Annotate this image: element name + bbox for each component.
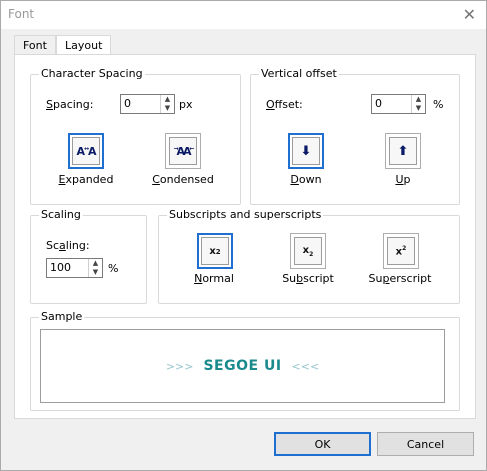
cancel-button[interactable]: Cancel bbox=[377, 432, 474, 456]
spacing-spin-arrows: ▲ ▼ bbox=[160, 95, 174, 113]
up-label: Up bbox=[395, 173, 411, 186]
spacing-input[interactable] bbox=[121, 95, 160, 111]
scaling-spinner[interactable]: ▲ ▼ bbox=[46, 258, 103, 278]
superscript-icon: x2 bbox=[395, 244, 407, 258]
ok-button[interactable]: OK bbox=[274, 432, 371, 456]
superscript-label: Superscript bbox=[368, 272, 432, 285]
offset-label: Offset: bbox=[266, 98, 303, 111]
sample-right-marks: <<< bbox=[291, 359, 320, 373]
tab-layout[interactable]: Layout bbox=[56, 35, 112, 56]
sample-legend: Sample bbox=[39, 310, 85, 323]
subscript-button[interactable]: x2 bbox=[290, 233, 326, 269]
spin-down-icon[interactable]: ▼ bbox=[161, 104, 174, 113]
normal-label: Normal bbox=[194, 272, 234, 285]
expanded-label: Expanded bbox=[58, 173, 114, 186]
down-label: Down bbox=[290, 173, 322, 186]
character-spacing-legend: Character Spacing bbox=[39, 67, 145, 80]
scaling-label: Scaling: bbox=[46, 239, 90, 252]
spin-down-icon[interactable]: ▼ bbox=[412, 104, 425, 113]
title-bar: Font ✕ bbox=[1, 1, 486, 29]
scaling-input[interactable] bbox=[47, 259, 88, 275]
font-dialog: Font ✕ Font Layout Character Spacing Spa… bbox=[0, 0, 487, 471]
spin-up-icon[interactable]: ▲ bbox=[89, 259, 102, 268]
superscript-button[interactable]: x2 bbox=[383, 233, 419, 269]
sample-text: SEGOE UI bbox=[203, 358, 282, 374]
offset-spinner[interactable]: ▲ ▼ bbox=[371, 94, 426, 114]
tab-font[interactable]: Font bbox=[14, 35, 56, 55]
layout-panel: Character Spacing Spacing: ▲ ▼ px A↔A Ex… bbox=[14, 54, 476, 419]
condensed-spacing-icon: →AA← bbox=[173, 144, 194, 158]
up-button[interactable]: ⬆ bbox=[385, 133, 421, 169]
sample-preview: >>> SEGOE UI <<< bbox=[40, 329, 445, 403]
arrow-up-icon: ⬆ bbox=[397, 143, 409, 159]
normal-button[interactable]: x2 bbox=[197, 233, 233, 269]
subscript-label: Subscript bbox=[282, 272, 334, 285]
normal-text-icon: x2 bbox=[209, 245, 221, 257]
character-spacing-group: Character Spacing Spacing: ▲ ▼ px A↔A Ex… bbox=[30, 67, 241, 205]
subs-supers-legend: Subscripts and superscripts bbox=[167, 208, 324, 221]
condensed-button[interactable]: →AA← bbox=[165, 133, 201, 169]
scaling-spin-arrows: ▲ ▼ bbox=[88, 259, 102, 277]
spin-up-icon[interactable]: ▲ bbox=[161, 95, 174, 104]
expanded-button[interactable]: A↔A bbox=[68, 133, 104, 169]
subscript-icon: x2 bbox=[302, 244, 314, 258]
spacing-label: Spacing: bbox=[46, 98, 94, 111]
close-icon[interactable]: ✕ bbox=[463, 5, 476, 24]
sample-left-marks: >>> bbox=[165, 359, 194, 373]
tab-layout-label: Layout bbox=[65, 39, 103, 52]
arrow-down-icon: ⬇ bbox=[300, 143, 312, 159]
scaling-legend: Scaling bbox=[39, 208, 83, 221]
scaling-group: Scaling Scaling: ▲ ▼ % bbox=[30, 208, 147, 304]
condensed-label: Condensed bbox=[152, 173, 214, 186]
scaling-unit: % bbox=[108, 262, 119, 275]
vertical-offset-legend: Vertical offset bbox=[259, 67, 339, 80]
expanded-spacing-icon: A↔A bbox=[76, 144, 96, 158]
spacing-spinner[interactable]: ▲ ▼ bbox=[120, 94, 175, 114]
spin-up-icon[interactable]: ▲ bbox=[412, 95, 425, 104]
offset-unit: % bbox=[433, 98, 444, 111]
offset-input[interactable] bbox=[372, 95, 411, 111]
vertical-offset-group: Vertical offset Offset: ▲ ▼ % ⬇ Down ⬆ bbox=[250, 67, 460, 205]
down-button[interactable]: ⬇ bbox=[288, 133, 324, 169]
subscripts-superscripts-group: Subscripts and superscripts x2 Normal x2… bbox=[158, 208, 460, 304]
window-title: Font bbox=[8, 7, 35, 21]
spin-down-icon[interactable]: ▼ bbox=[89, 268, 102, 277]
spacing-unit: px bbox=[179, 98, 193, 111]
offset-spin-arrows: ▲ ▼ bbox=[411, 95, 425, 113]
tab-font-label: Font bbox=[23, 39, 47, 52]
